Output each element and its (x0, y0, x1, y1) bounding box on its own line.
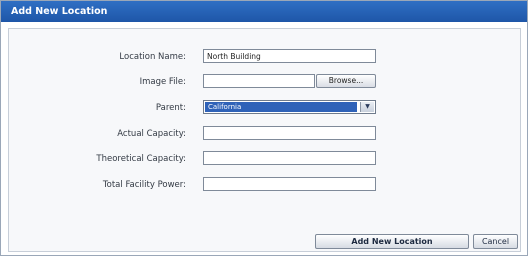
cancel-button[interactable]: Cancel (473, 234, 518, 249)
theoretical-capacity-row: Theoretical Capacity: (9, 151, 520, 168)
parent-selected-value: California (205, 102, 357, 112)
total-facility-power-row: Total Facility Power: (9, 177, 520, 194)
location-name-label: Location Name: (119, 52, 186, 62)
parent-select[interactable]: California ▼ (203, 100, 376, 114)
image-file-input[interactable] (203, 74, 315, 88)
image-file-row: Image File: Browse... (9, 74, 520, 91)
location-name-input[interactable] (203, 49, 376, 63)
dialog-title: Add New Location (1, 1, 527, 22)
form-panel: Location Name: Image File: Browse... Par… (8, 28, 521, 252)
total-facility-power-label: Total Facility Power: (102, 180, 186, 190)
theoretical-capacity-label: Theoretical Capacity: (96, 154, 186, 164)
parent-label: Parent: (155, 103, 186, 113)
image-file-label: Image File: (139, 77, 186, 87)
actual-capacity-row: Actual Capacity: (9, 126, 520, 143)
location-name-row: Location Name: (9, 49, 520, 66)
chevron-down-icon[interactable]: ▼ (360, 102, 374, 112)
parent-row: Parent: California ▼ (9, 100, 520, 117)
actual-capacity-label: Actual Capacity: (117, 129, 186, 139)
total-facility-power-input[interactable] (203, 177, 376, 191)
browse-button[interactable]: Browse... (316, 74, 376, 88)
add-new-location-button[interactable]: Add New Location (315, 234, 469, 249)
actual-capacity-input[interactable] (203, 126, 376, 140)
add-location-dialog: Add New Location Location Name: Image Fi… (0, 0, 528, 256)
theoretical-capacity-input[interactable] (203, 151, 376, 165)
